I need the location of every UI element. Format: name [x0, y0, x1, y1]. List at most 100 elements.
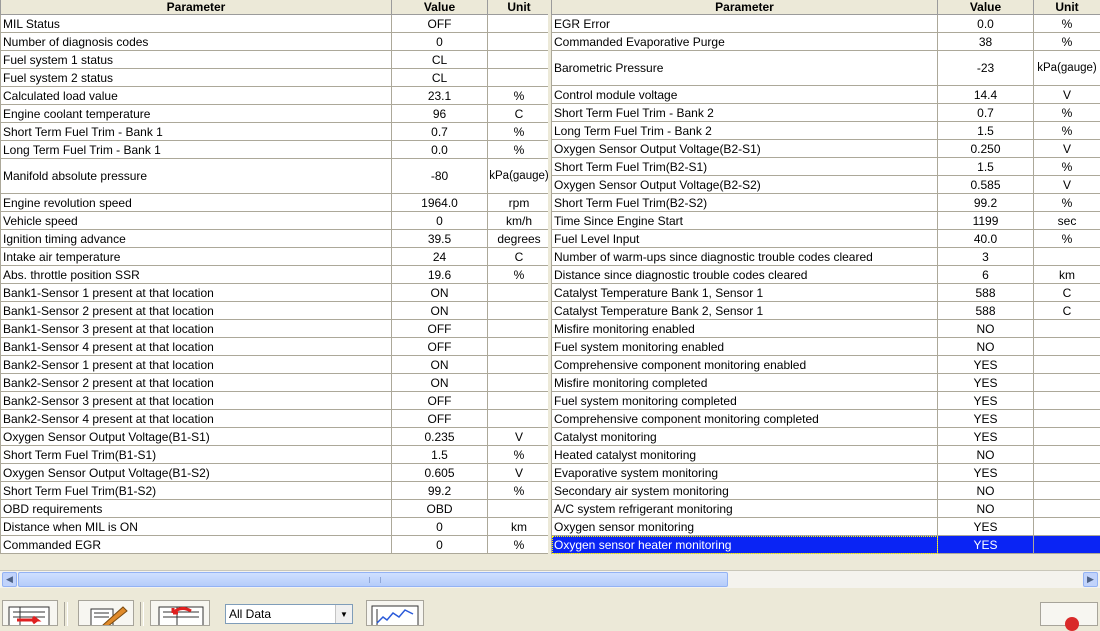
value-column-header[interactable]: Value — [392, 0, 488, 15]
value-column-header[interactable]: Value — [938, 0, 1034, 15]
table-row[interactable]: Oxygen sensor monitoringYES — [552, 518, 1100, 536]
table-row[interactable]: Bank1-Sensor 1 present at that locationO… — [1, 284, 551, 302]
table-row[interactable]: Fuel system monitoring completedYES — [552, 392, 1100, 410]
table-row[interactable]: Commanded EGR0% — [1, 536, 551, 554]
table-row[interactable]: Number of diagnosis codes0 — [1, 33, 551, 51]
table-row[interactable]: Number of warm-ups since diagnostic trou… — [552, 248, 1100, 266]
table-row[interactable]: OBD requirementsOBD — [1, 500, 551, 518]
table-row[interactable]: Fuel system 1 statusCL — [1, 51, 551, 69]
table-row[interactable]: Short Term Fuel Trim(B1-S2)99.2% — [1, 482, 551, 500]
table-row[interactable]: Comprehensive component monitoring compl… — [552, 410, 1100, 428]
table-row[interactable]: Fuel system 2 statusCL — [1, 69, 551, 87]
table-row[interactable]: Short Term Fuel Trim(B1-S1)1.5% — [1, 446, 551, 464]
table-row[interactable]: Intake air temperature24C — [1, 248, 551, 266]
table-row[interactable]: Distance when MIL is ON0km — [1, 518, 551, 536]
value-cell: 0 — [392, 212, 488, 230]
unit-cell: C — [488, 105, 551, 123]
table-row[interactable]: Oxygen sensor heater monitoringYES — [552, 536, 1100, 554]
table-row[interactable]: Manifold absolute pressure-80kPa(gauge) — [1, 159, 551, 194]
table-row[interactable]: Abs. throttle position SSR19.6% — [1, 266, 551, 284]
table-row[interactable]: Catalyst monitoringYES — [552, 428, 1100, 446]
table-row[interactable]: Misfire monitoring completedYES — [552, 374, 1100, 392]
table-row[interactable]: Short Term Fuel Trim - Bank 10.7% — [1, 123, 551, 141]
table-row[interactable]: Commanded Evaporative Purge38% — [552, 33, 1100, 51]
chevron-down-icon[interactable]: ▼ — [335, 605, 352, 623]
scroll-left-icon[interactable]: ◀ — [2, 572, 17, 587]
scrollbar-thumb[interactable] — [18, 572, 728, 587]
parameter-cell: Catalyst Temperature Bank 1, Sensor 1 — [552, 284, 938, 302]
record-button[interactable] — [1040, 602, 1098, 626]
table-row[interactable]: Bank2-Sensor 4 present at that locationO… — [1, 410, 551, 428]
unit-cell — [1034, 464, 1100, 482]
parameter-cell: Fuel system monitoring completed — [552, 392, 938, 410]
table-row[interactable]: Time Since Engine Start1199sec — [552, 212, 1100, 230]
unit-column-header[interactable]: Unit — [488, 0, 551, 15]
table-row[interactable]: Catalyst Temperature Bank 2, Sensor 1588… — [552, 302, 1100, 320]
export-list-button[interactable] — [2, 600, 58, 626]
table-row[interactable]: Secondary air system monitoringNO — [552, 482, 1100, 500]
parameter-cell: Oxygen sensor heater monitoring — [552, 536, 938, 554]
table-row[interactable]: Fuel system monitoring enabledNO — [552, 338, 1100, 356]
value-cell: 23.1 — [392, 87, 488, 105]
table-row[interactable]: Ignition timing advance39.5degrees — [1, 230, 551, 248]
table-row[interactable]: Control module voltage14.4V — [552, 86, 1100, 104]
parameter-column-header[interactable]: Parameter — [1, 0, 392, 15]
table-row[interactable]: Distance since diagnostic trouble codes … — [552, 266, 1100, 284]
import-list-button[interactable] — [150, 600, 210, 626]
value-cell: 1.5 — [938, 158, 1034, 176]
value-cell: 1.5 — [938, 122, 1034, 140]
table-row[interactable]: EGR Error0.0% — [552, 15, 1100, 33]
table-row[interactable]: Bank1-Sensor 3 present at that locationO… — [1, 320, 551, 338]
table-row[interactable]: Bank2-Sensor 1 present at that locationO… — [1, 356, 551, 374]
scroll-right-icon[interactable]: ▶ — [1083, 572, 1098, 587]
table-row[interactable]: Oxygen Sensor Output Voltage(B1-S1)0.235… — [1, 428, 551, 446]
table-row[interactable]: Short Term Fuel Trim - Bank 20.7% — [552, 104, 1100, 122]
graph-button[interactable] — [366, 600, 424, 626]
table-row[interactable]: Engine coolant temperature96C — [1, 105, 551, 123]
parameter-cell: Long Term Fuel Trim - Bank 1 — [1, 141, 392, 159]
table-row[interactable]: Oxygen Sensor Output Voltage(B2-S2)0.585… — [552, 176, 1100, 194]
parameter-cell: Time Since Engine Start — [552, 212, 938, 230]
table-row[interactable]: Oxygen Sensor Output Voltage(B1-S2)0.605… — [1, 464, 551, 482]
value-cell: 3 — [938, 248, 1034, 266]
unit-cell: % — [488, 87, 551, 105]
table-row[interactable]: A/C system refrigerant monitoringNO — [552, 500, 1100, 518]
table-row[interactable]: Bank1-Sensor 2 present at that locationO… — [1, 302, 551, 320]
parameter-cell: Bank2-Sensor 1 present at that location — [1, 356, 392, 374]
table-row[interactable]: Oxygen Sensor Output Voltage(B2-S1)0.250… — [552, 140, 1100, 158]
table-row[interactable]: Comprehensive component monitoring enabl… — [552, 356, 1100, 374]
table-row[interactable]: Short Term Fuel Trim(B2-S2)99.2% — [552, 194, 1100, 212]
table-row[interactable]: MIL StatusOFF — [1, 15, 551, 33]
table-row[interactable]: Engine revolution speed1964.0rpm — [1, 194, 551, 212]
unit-cell: V — [1034, 176, 1100, 194]
value-cell: 0.585 — [938, 176, 1034, 194]
data-filter-dropdown[interactable]: All Data ▼ — [225, 604, 353, 624]
parameter-cell: EGR Error — [552, 15, 938, 33]
table-row[interactable]: Barometric Pressure-23kPa(gauge) — [552, 51, 1100, 86]
unit-cell: V — [488, 428, 551, 446]
table-row[interactable]: Misfire monitoring enabledNO — [552, 320, 1100, 338]
table-row[interactable]: Bank1-Sensor 4 present at that locationO… — [1, 338, 551, 356]
unit-cell: kPa(gauge) — [1034, 51, 1100, 86]
parameter-cell: Fuel system 2 status — [1, 69, 392, 87]
table-row[interactable]: Bank2-Sensor 2 present at that locationO… — [1, 374, 551, 392]
sensor-tool-button[interactable] — [78, 600, 134, 626]
unit-column-header[interactable]: Unit — [1034, 0, 1100, 15]
table-row[interactable]: Long Term Fuel Trim - Bank 21.5% — [552, 122, 1100, 140]
value-cell: ON — [392, 302, 488, 320]
table-row[interactable]: Fuel Level Input40.0% — [552, 230, 1100, 248]
table-row[interactable]: Heated catalyst monitoringNO — [552, 446, 1100, 464]
parameter-column-header[interactable]: Parameter — [552, 0, 938, 15]
table-row[interactable]: Long Term Fuel Trim - Bank 10.0% — [1, 141, 551, 159]
table-row[interactable]: Catalyst Temperature Bank 1, Sensor 1588… — [552, 284, 1100, 302]
horizontal-scrollbar[interactable]: ◀ ▶ — [0, 570, 1100, 588]
parameter-cell: Bank2-Sensor 4 present at that location — [1, 410, 392, 428]
table-row[interactable]: Vehicle speed0km/h — [1, 212, 551, 230]
table-row[interactable]: Short Term Fuel Trim(B2-S1)1.5% — [552, 158, 1100, 176]
value-cell: 99.2 — [392, 482, 488, 500]
table-row[interactable]: Evaporative system monitoringYES — [552, 464, 1100, 482]
table-row[interactable]: Bank2-Sensor 3 present at that locationO… — [1, 392, 551, 410]
parameter-cell: Fuel Level Input — [552, 230, 938, 248]
table-row[interactable]: Calculated load value23.1% — [1, 87, 551, 105]
unit-cell — [1034, 446, 1100, 464]
